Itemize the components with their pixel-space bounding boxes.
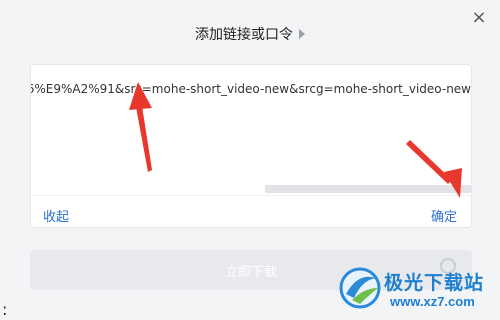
watermark-url: www.xz7.com <box>390 294 475 309</box>
confirm-button[interactable]: 确定 <box>431 206 457 225</box>
link-input[interactable]: 86%E9%A2%91&src=mohe-short_video-new&src… <box>31 79 471 99</box>
edge-mark: : <box>2 300 8 319</box>
close-button[interactable]: × <box>470 7 488 28</box>
watermark-logo-icon <box>339 267 381 309</box>
panel-divider <box>31 195 471 196</box>
dialog-title: 添加链接或口令 <box>195 27 293 43</box>
collapse-button[interactable]: 收起 <box>43 206 69 225</box>
link-input-panel: 86%E9%A2%91&src=mohe-short_video-new&src… <box>30 64 472 228</box>
watermark-brand: 极光下载站 <box>384 272 485 294</box>
title-expand-arrow-icon[interactable] <box>299 29 305 39</box>
watermark: 极光下载站 www.xz7.com <box>338 264 498 318</box>
add-link-dialog: 添加链接或口令 × 86%E9%A2%91&src=mohe-short_vid… <box>0 0 500 320</box>
link-input-value: 86%E9%A2%91&src=mohe-short_video-new&src… <box>31 82 471 96</box>
dialog-header: 添加链接或口令 <box>0 22 500 46</box>
horizontal-scrollbar[interactable] <box>265 185 471 193</box>
